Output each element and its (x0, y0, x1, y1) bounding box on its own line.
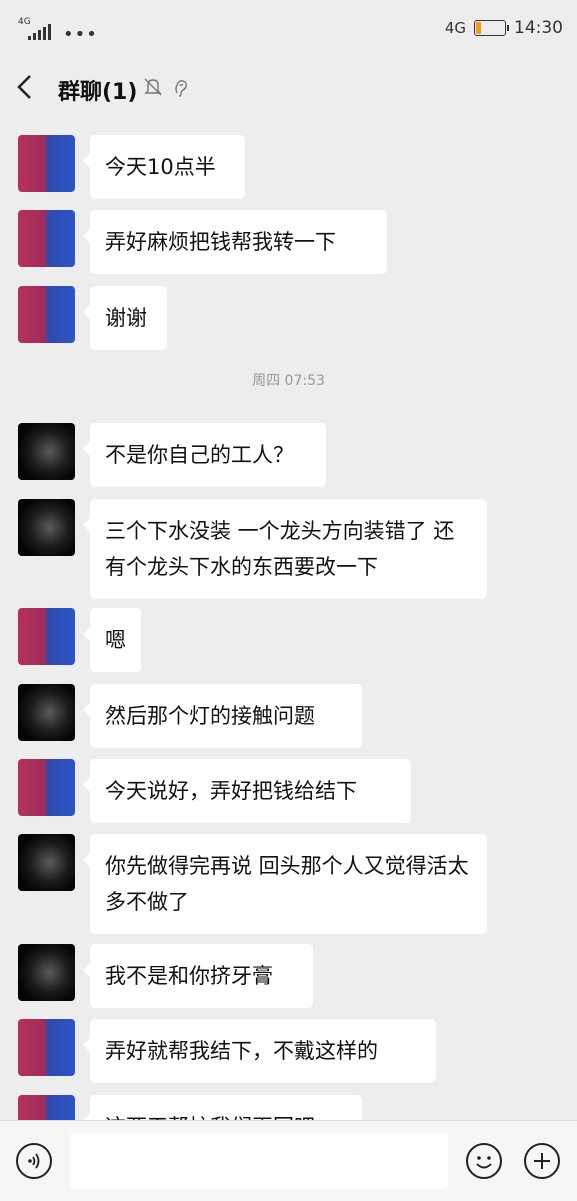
message-bubble[interactable]: 弄好麻烦把钱帮我转一下 (83, 210, 387, 274)
status-left: 4G ••• (18, 17, 98, 45)
message-bubble[interactable]: 今天10点半 (83, 135, 245, 199)
avatar-flower[interactable] (18, 1019, 75, 1076)
avatar-flower[interactable] (18, 135, 75, 192)
avatar-flower[interactable] (18, 1095, 75, 1120)
avatar-flower[interactable] (18, 759, 75, 816)
more-status-dots: ••• (63, 24, 98, 45)
avatar-dark[interactable] (18, 684, 75, 741)
chat-title[interactable]: 群聊(1) (58, 74, 137, 106)
time-divider: 周四 07:53 (252, 373, 325, 389)
avatar-dark[interactable] (18, 944, 75, 1001)
back-icon[interactable] (14, 72, 34, 108)
plus-icon[interactable] (524, 1143, 560, 1179)
status-bar: 4G ••• 4G 14:30 (0, 0, 577, 60)
message-bubble[interactable]: 嗯 (83, 608, 141, 672)
ear-icon (170, 76, 192, 98)
avatar-flower[interactable] (18, 608, 75, 665)
message-bubble[interactable]: 这两天帮忙我们再回吧 (83, 1095, 362, 1120)
battery-fill (476, 22, 481, 34)
input-bar (0, 1120, 577, 1201)
avatar-dark[interactable] (18, 834, 75, 891)
message-list[interactable]: 今天10点半 弄好麻烦把钱帮我转一下 谢谢 周四 07:53 不是你自己的工人？… (0, 116, 577, 1120)
clock: 14:30 (514, 18, 563, 38)
message-bubble[interactable]: 然后那个灯的接触问题 (83, 684, 362, 748)
network-type-right: 4G (444, 19, 466, 37)
mute-bell-icon (142, 76, 164, 98)
message-input[interactable] (70, 1133, 448, 1189)
message-bubble[interactable]: 三个下水没装 一个龙头方向装错了 还有个龙头下水的东西要改一下 (83, 499, 487, 599)
battery-icon (474, 20, 509, 36)
avatar-dark[interactable] (18, 499, 75, 556)
message-bubble[interactable]: 不是你自己的工人？ (83, 423, 326, 487)
network-type-left: 4G (18, 17, 31, 27)
chat-header: 群聊(1) (0, 60, 577, 116)
message-bubble[interactable]: 今天说好，弄好把钱给结下 (83, 759, 411, 823)
message-bubble[interactable]: 你先做得完再说 回头那个人又觉得活太多不做了 (83, 834, 487, 934)
avatar-dark[interactable] (18, 423, 75, 480)
message-bubble[interactable]: 弄好就帮我结下，不戴这样的 (83, 1019, 436, 1083)
emoji-icon[interactable] (466, 1143, 502, 1179)
voice-icon[interactable] (16, 1143, 52, 1179)
status-right: 4G 14:30 (445, 18, 563, 38)
avatar-flower[interactable] (18, 210, 75, 267)
message-bubble[interactable]: 我不是和你挤牙膏 (83, 944, 313, 1008)
signal-icon (28, 24, 51, 40)
avatar-flower[interactable] (18, 286, 75, 343)
message-bubble[interactable]: 谢谢 (83, 286, 167, 350)
